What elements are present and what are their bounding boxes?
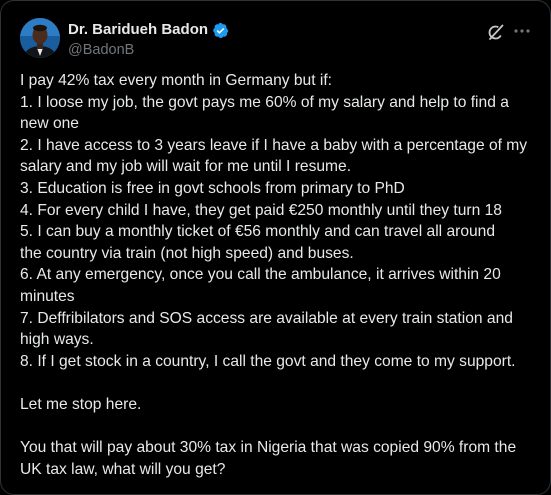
tweet-line: high ways. — [20, 331, 94, 349]
tweet-line: 6. At any emergency, once you call the a… — [20, 266, 501, 284]
tweet-line: Let me stop here. — [20, 395, 142, 413]
tweet-line: 3. Education is free in govt schools fro… — [20, 179, 405, 197]
tweet-line: UK tax law, what will you get? — [20, 460, 226, 478]
tweet-line: salary and my job will wait for me until… — [20, 158, 352, 176]
more-options-icon[interactable] — [512, 21, 532, 41]
tweet-line: minutes — [20, 287, 75, 305]
author-handle[interactable]: @BadonB — [68, 41, 134, 59]
author-display-name[interactable]: Dr. Baridueh Badon — [68, 21, 208, 39]
tweet-line: new one — [20, 115, 79, 133]
tweet-line: I pay 42% tax every month in Germany but… — [20, 72, 333, 89]
author-name-row: Dr. Baridueh Badon — [68, 21, 229, 39]
tweet-line: the country via train (not high speed) a… — [20, 244, 354, 262]
verified-badge-icon[interactable] — [212, 22, 229, 39]
tweet-line: 4. For every child I have, they get paid… — [20, 201, 502, 219]
grok-icon[interactable] — [486, 22, 506, 42]
tweet-line: 8. If I get stock in a country, I call t… — [20, 352, 516, 370]
tweet-line: 2. I have access to 3 years leave if I h… — [20, 136, 528, 154]
tweet-line: You that will pay about 30% tax in Niger… — [20, 439, 517, 457]
tweet-line — [20, 372, 540, 394]
avatar[interactable] — [20, 18, 60, 58]
tweet-text: I pay 42% tax every month in Germany but… — [20, 70, 540, 480]
tweet-line — [20, 416, 540, 438]
tweet-card: Dr. Baridueh Badon @BadonB I pay 42% tax… — [0, 0, 551, 495]
tweet-line: 1. I loose my job, the govt pays me 60% … — [20, 93, 509, 111]
tweet-line: 5. I can buy a monthly ticket of €56 mon… — [20, 223, 496, 241]
tweet-line: 7. Deffribilators and SOS access are ava… — [20, 309, 513, 327]
